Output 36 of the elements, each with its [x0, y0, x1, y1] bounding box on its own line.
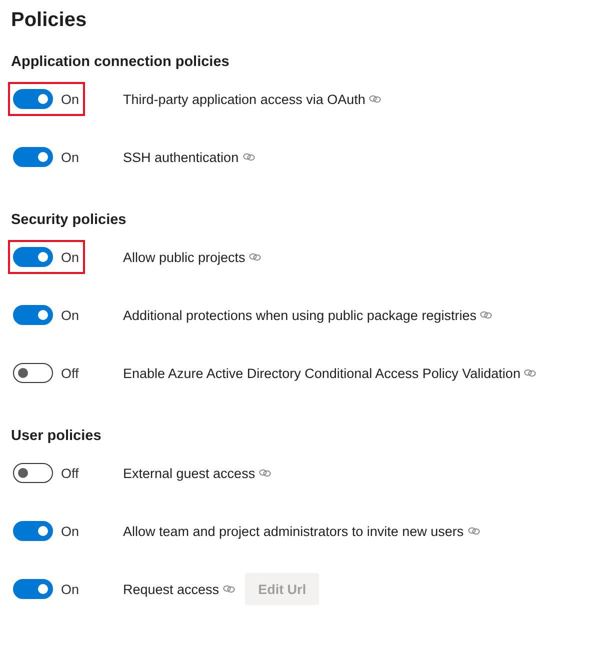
toggle-state-label: On	[61, 308, 80, 322]
section-heading: User policies	[11, 427, 102, 446]
toggle-state-label: On	[61, 150, 80, 164]
toggle-state-label: Off	[61, 466, 79, 480]
link-icon[interactable]	[524, 369, 536, 377]
toggle-state-label: On	[61, 92, 80, 106]
toggle-state-label: Off	[61, 366, 79, 380]
link-icon[interactable]	[223, 585, 236, 593]
policy-label: SSH authentication	[123, 150, 239, 164]
toggle-switch[interactable]	[13, 305, 53, 325]
section-heading: Application connection policies	[11, 53, 230, 72]
link-icon[interactable]	[249, 253, 262, 261]
toggle-switch[interactable]	[13, 579, 53, 599]
policy-label: Additional protections when using public package registries	[123, 308, 476, 322]
section-heading: Security policies	[11, 211, 128, 230]
policy-label: External guest access	[123, 466, 256, 480]
policy-label: Third-party application access via OAuth	[123, 92, 366, 106]
policy-label: Enable Azure Active Directory Conditional Access Policy Validation	[123, 366, 520, 380]
link-icon[interactable]	[468, 527, 480, 535]
link-icon[interactable]	[259, 469, 272, 477]
toggle-switch[interactable]	[13, 463, 53, 483]
toggle-switch[interactable]	[13, 521, 53, 541]
policy-label: Allow team and project administrators to invite new users	[123, 524, 464, 538]
toggle-switch[interactable]	[13, 89, 53, 109]
page-title: Policies	[11, 8, 88, 33]
toggle-state-label: On	[61, 582, 80, 596]
toggle-switch[interactable]	[13, 363, 53, 383]
link-icon[interactable]	[480, 311, 492, 319]
toggle-state-label: On	[61, 250, 80, 264]
toggle-state-label: On	[61, 524, 80, 538]
toggle-switch[interactable]	[13, 247, 53, 267]
link-icon[interactable]	[369, 95, 382, 103]
policy-label: Allow public projects	[123, 250, 246, 264]
policy-label: Request access	[123, 582, 220, 596]
link-icon[interactable]	[242, 153, 255, 161]
toggle-switch[interactable]	[13, 147, 53, 167]
